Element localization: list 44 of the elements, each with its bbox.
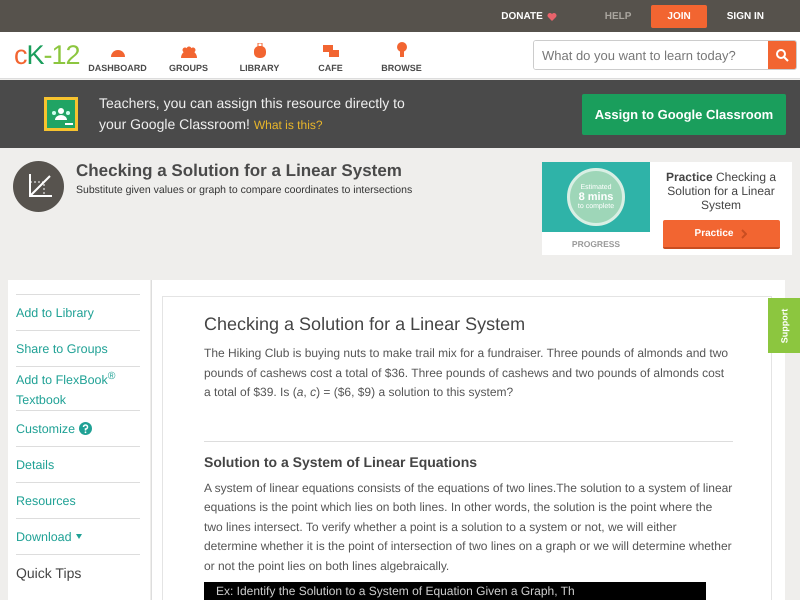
heart-icon — [546, 12, 557, 20]
chevron-icon — [741, 228, 748, 238]
what-is-this-link[interactable]: What is this? — [254, 118, 323, 132]
sidebar-link[interactable]: Download — [16, 526, 82, 547]
nav-item[interactable]: CAFE — [295, 37, 366, 73]
section-paragraph: A system of linear equations consists of the equations of two lines.The solution to a system of linear equations is the point which lies on both lines. In other words, the solution is the point where the two lines intersect. To verify whether a point is a solution to a system or not, we will either determine whether it is the point of intersection of two lines on a graph or we will determine whether or not the point lies on both lines algebraically. — [204, 480, 733, 574]
search-button[interactable] — [768, 41, 796, 69]
logo[interactable]: cK-12 — [14, 40, 78, 70]
practice-button[interactable]: Practice — [662, 220, 780, 249]
progress-label: PROGRESS — [570, 239, 622, 249]
sidebar-link[interactable]: Add to FlexBook$^{®}$ Textbook — [16, 367, 140, 410]
graph-icon — [13, 161, 64, 212]
video-title: Ex: Identify the Solution to a System of Equation Given a Graph, Th — [216, 584, 575, 598]
search-field[interactable]: What do you want to learn today? — [533, 40, 797, 70]
section-heading: Solution to a System of Linear Equations — [204, 454, 478, 470]
practice-heading: Practice Checking a Solution for a Linear System — [664, 170, 778, 212]
intro-paragraph: The Hiking Club is buying nuts to make trail mix for a fundraiser. Three pounds of almonds and two pounds of cashews cost a total of $36. Three pounds of cashews and two pounds of almonds cost a total of $39. Is (a, c) = ($6, $9) a solution to this system? — [204, 345, 730, 401]
video-player[interactable]: Ex: Identify the Solution to a System of Equation Given a Graph, Th — [204, 582, 706, 600]
caret-icon — [76, 534, 82, 540]
lightbulb-icon — [396, 42, 406, 58]
sidebar-link[interactable]: Customize — [16, 418, 92, 439]
page-subtitle: Substitute given values or graph to compare coordinates to intersections — [76, 184, 412, 196]
sidebar-link[interactable]: Add to Library — [16, 302, 94, 322]
top-link[interactable]: SIGN IN — [710, 4, 780, 28]
sidebar-link[interactable]: Resources — [16, 490, 76, 511]
classroom-icon — [44, 97, 78, 131]
top-link[interactable]: HELP — [588, 4, 648, 28]
nav-item[interactable]: DASHBOARD — [82, 37, 153, 73]
sidebar-link[interactable]: Share to Groups — [16, 338, 108, 358]
banner-text: Teachers, you can assign this resource directly to your Google Classroom! What is this? — [99, 94, 406, 134]
nav-item[interactable]: LIBRARY — [224, 37, 295, 73]
join-button[interactable]: JOIN — [651, 4, 707, 28]
top-link[interactable]: DONATE — [485, 4, 573, 28]
people-icon — [180, 46, 196, 58]
nav-item[interactable]: BROWSE — [366, 37, 437, 73]
assign-button[interactable]: Assign to Google Classroom — [582, 94, 786, 134]
page-title: Checking a Solution for a Linear System — [76, 161, 403, 181]
support-tab[interactable]: Support — [768, 298, 800, 353]
help-icon — [79, 422, 92, 436]
sidebar-heading[interactable]: Quick Tips — [16, 562, 82, 583]
search-icon — [776, 48, 788, 62]
sidebar-link[interactable]: Details — [16, 454, 54, 475]
article-title: Checking a Solution for a Linear System — [204, 314, 526, 335]
nav-item[interactable]: GROUPS — [153, 37, 224, 73]
